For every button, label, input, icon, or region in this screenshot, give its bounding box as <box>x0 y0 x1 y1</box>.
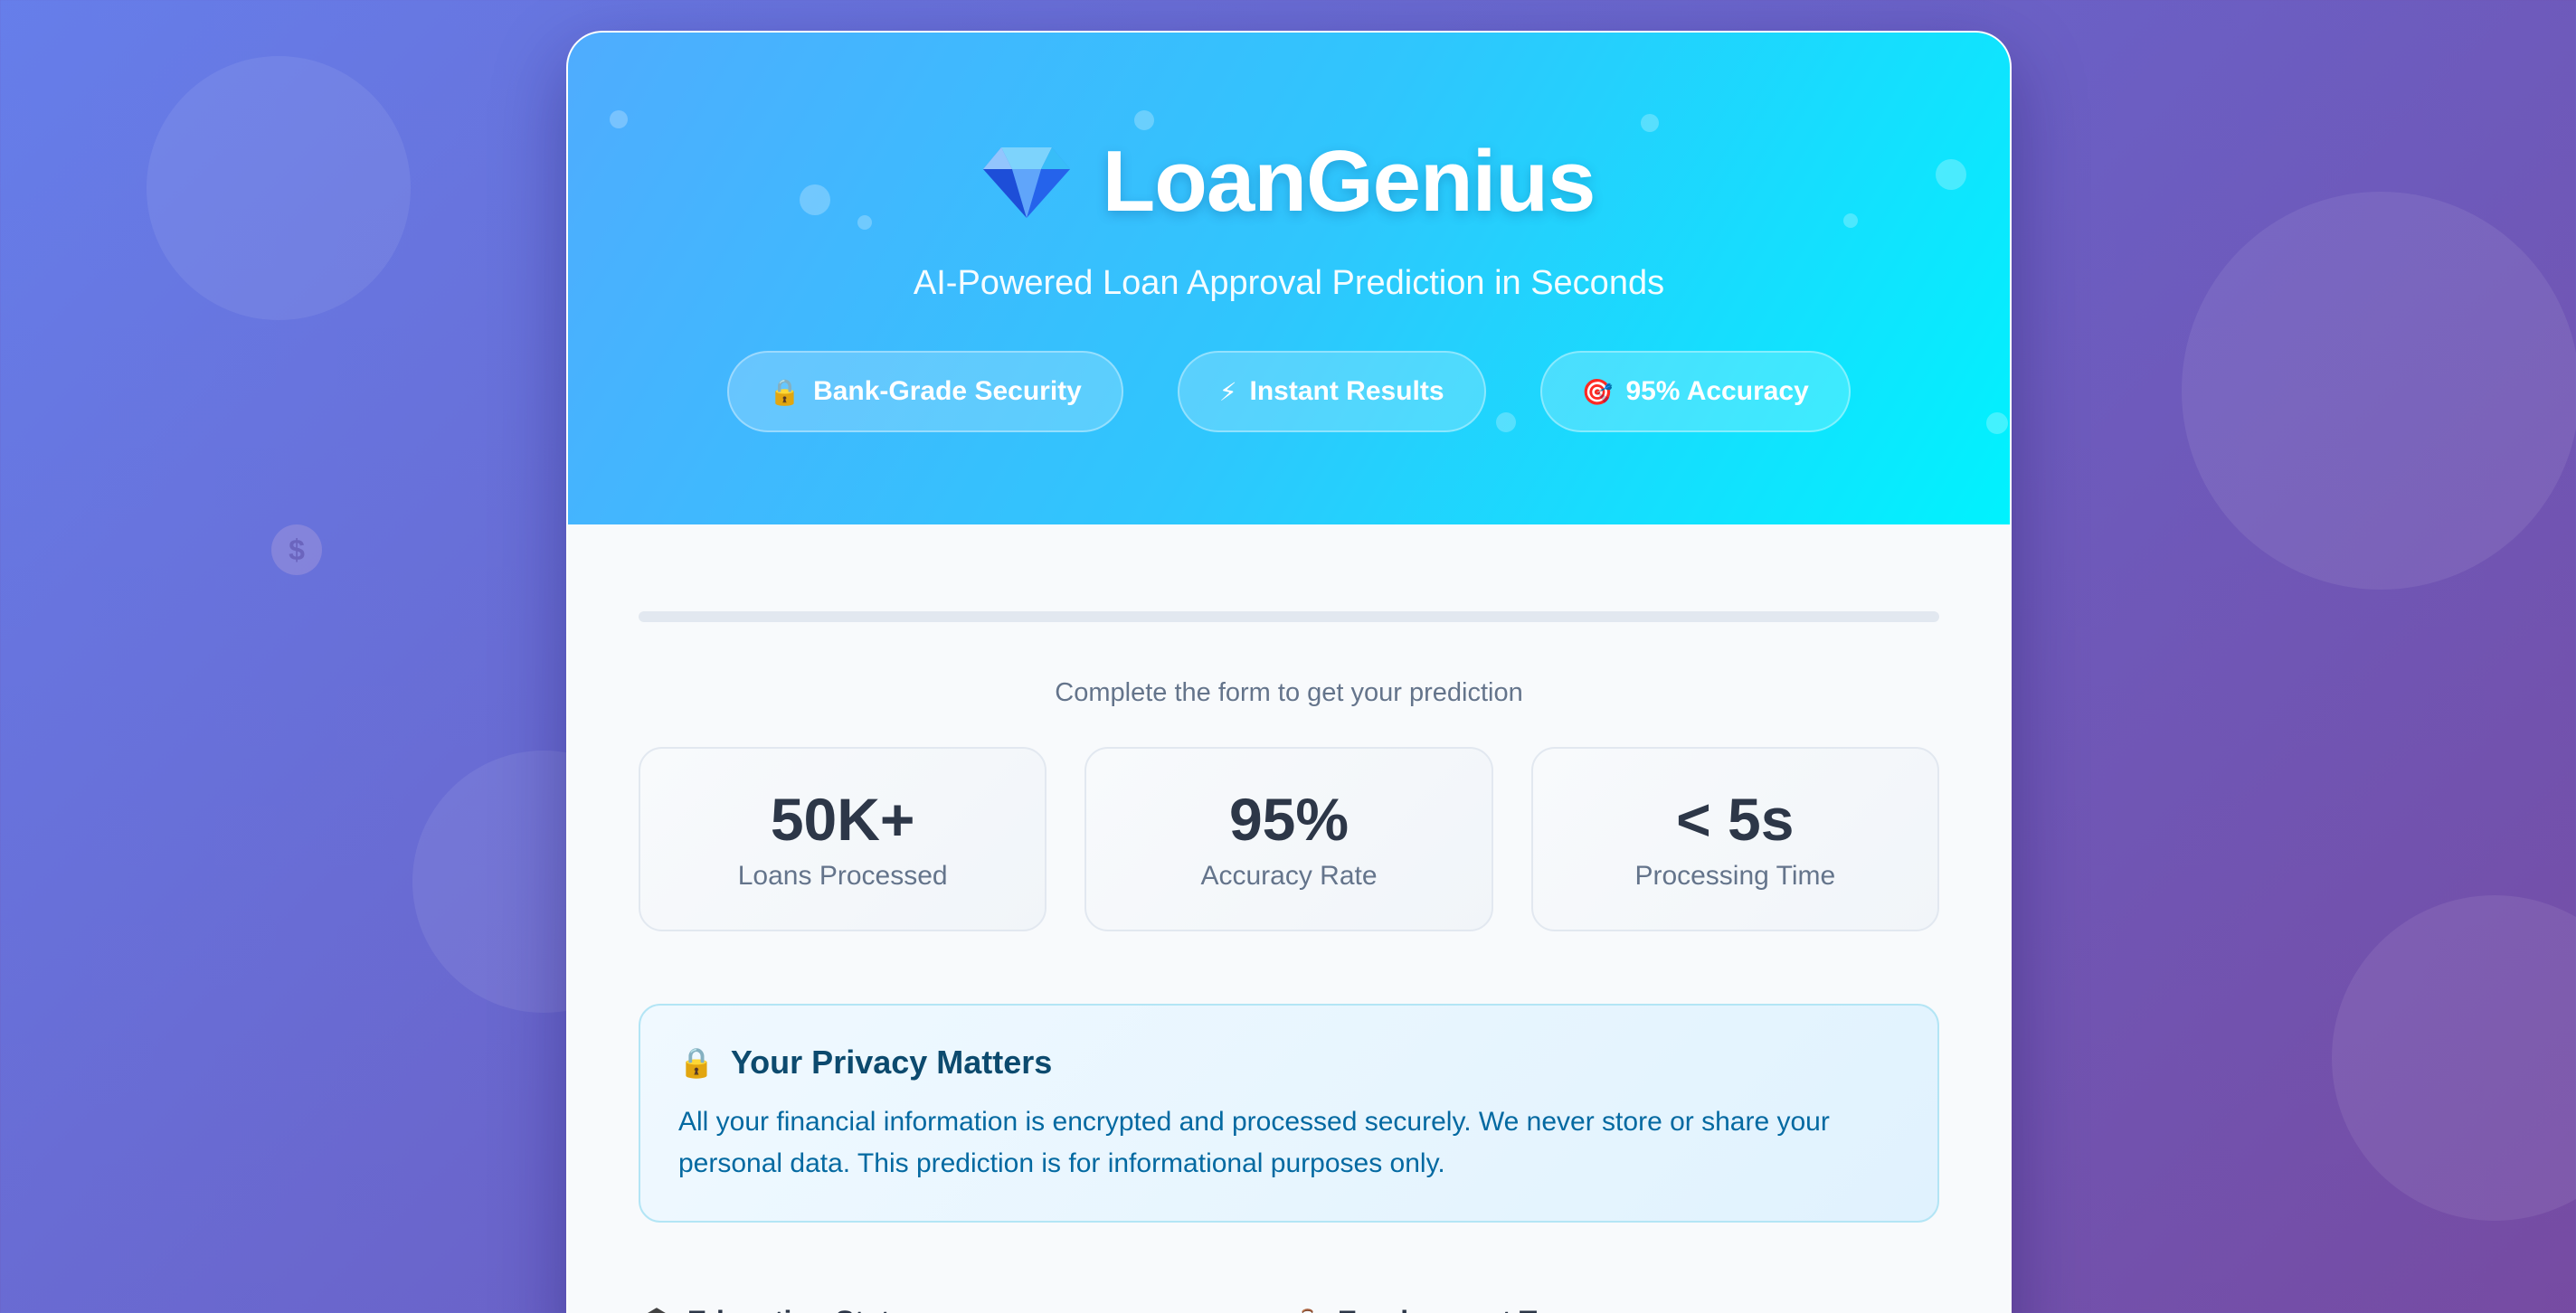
card-body: Complete the form to get your prediction… <box>566 31 2012 1313</box>
lock-icon: 🔒 <box>678 1045 715 1080</box>
stat-value: 50K+ <box>770 785 915 853</box>
briefcase-icon: 💼 <box>1289 1304 1325 1313</box>
form-progress-bar <box>639 611 1939 622</box>
form-field-labels: 🎓 Education Status 💼 Employment Type <box>639 1304 1939 1313</box>
privacy-text: All your financial information is encryp… <box>678 1107 1830 1178</box>
stat-label: Processing Time <box>1634 861 1836 892</box>
privacy-notice: 🔒 Your Privacy Matters All your financia… <box>639 1004 1939 1223</box>
graduation-cap-icon: 🎓 <box>639 1304 675 1313</box>
stat-value: < 5s <box>1676 785 1795 853</box>
stat-card: 95% Accuracy Rate <box>1084 747 1493 931</box>
stat-value: 95% <box>1228 785 1350 853</box>
privacy-header: 🔒 Your Privacy Matters <box>678 1044 1899 1082</box>
education-status-label: 🎓 Education Status <box>639 1304 1289 1313</box>
privacy-title: Your Privacy Matters <box>730 1044 1053 1081</box>
stat-card: < 5s Processing Time <box>1530 747 1939 931</box>
employment-type-label: 💼 Employment Type <box>1289 1304 1939 1313</box>
field-label-text: Education Status <box>687 1305 923 1313</box>
stats-row: 50K+ Loans Processed 95% Accuracy Rate <… <box>639 747 1939 931</box>
stat-card: 50K+ Loans Processed <box>639 747 1047 931</box>
bg-decoration-circle <box>147 56 411 320</box>
stat-label: Loans Processed <box>737 861 948 892</box>
progress-text: Complete the form to get your prediction <box>1055 678 1523 707</box>
money-bag-icon: $ <box>271 524 322 575</box>
stat-label: Accuracy Rate <box>1200 861 1378 892</box>
field-label-text: Employment Type <box>1338 1305 1585 1313</box>
bg-decoration-circle <box>2332 895 2576 1221</box>
bg-decoration-circle <box>2182 192 2576 590</box>
